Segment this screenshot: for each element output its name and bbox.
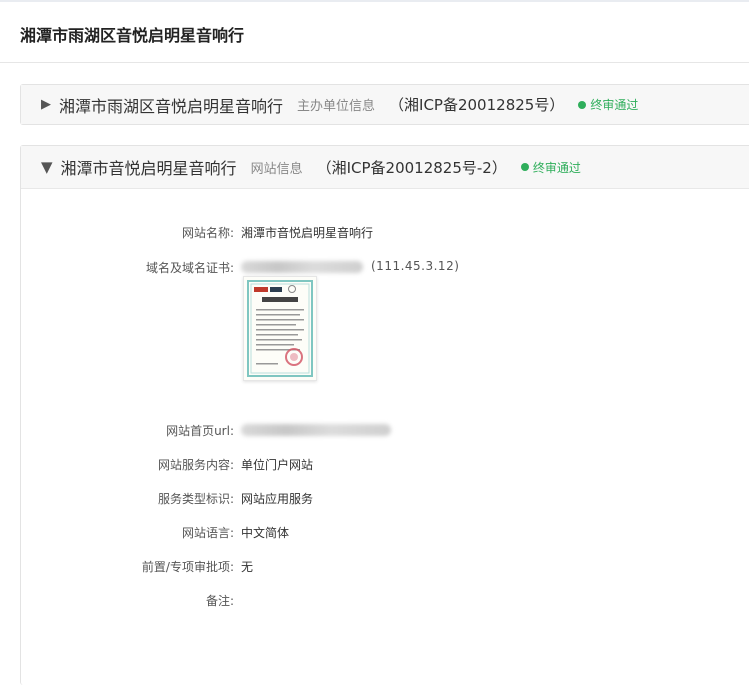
website-name: 湘潭市音悦启明星音响行 xyxy=(60,159,237,178)
domain-certificate-thumbnail[interactable] xyxy=(243,276,317,381)
approval-value: 无 xyxy=(241,560,254,574)
status-text: 终审通过 xyxy=(590,98,639,112)
caret-down-icon: ▼ xyxy=(41,158,53,176)
panel-type-label: 网站信息 xyxy=(250,161,303,177)
website-info-panel: ▼ 湘潭市音悦启明星音响行 网站信息 （湘ICP备20012825号-2） 终审… xyxy=(20,145,749,685)
domain-label: 域名及域名证书: xyxy=(145,261,234,275)
domain-value: (111.45.3.12) xyxy=(241,259,459,273)
website-info-panel-header[interactable]: ▼ 湘潭市音悦启明星音响行 网站信息 （湘ICP备20012825号-2） 终审… xyxy=(21,146,749,189)
icp-number: （湘ICP备20012825号） xyxy=(389,96,565,114)
sponsor-name: 湘潭市雨湖区音悦启明星音响行 xyxy=(59,96,284,116)
title-divider xyxy=(0,62,749,63)
site-name-label: 网站名称: xyxy=(181,226,234,240)
status-badge: 终审通过 xyxy=(520,159,581,176)
remark-label: 备注: xyxy=(205,594,234,608)
homepage-url-label: 网站首页url: xyxy=(166,424,234,438)
service-content-value: 单位门户网站 xyxy=(241,458,314,472)
language-label: 网站语言: xyxy=(181,526,234,540)
redacted-domain xyxy=(241,260,363,273)
status-text: 终审通过 xyxy=(532,160,581,175)
language-value: 中文简体 xyxy=(241,526,290,540)
caret-right-icon: ▶ xyxy=(41,97,51,112)
domain-ip: (111.45.3.12) xyxy=(371,259,460,273)
status-badge: 终审通过 xyxy=(578,96,638,113)
service-type-label: 服务类型标识: xyxy=(157,492,234,506)
sponsor-info-panel-header[interactable]: ▶ 湘潭市雨湖区音悦启明星音响行 主办单位信息 （湘ICP备20012825号）… xyxy=(21,85,749,124)
page-title: 湘潭市雨湖区音悦启明星音响行 xyxy=(20,26,245,45)
redacted-url xyxy=(241,423,391,436)
site-name-value: 湘潭市音悦启明星音响行 xyxy=(241,226,374,240)
panel-type-label: 主办单位信息 xyxy=(297,99,376,114)
status-dot-icon xyxy=(578,100,587,109)
approval-label: 前置/专项审批项: xyxy=(141,560,234,574)
service-type-value: 网站应用服务 xyxy=(241,492,314,506)
status-dot-icon xyxy=(520,163,529,171)
top-border xyxy=(0,0,749,2)
service-content-label: 网站服务内容: xyxy=(157,458,234,472)
homepage-url-value xyxy=(241,422,391,436)
certificate-image xyxy=(244,277,316,380)
sponsor-info-panel: ▶ 湘潭市雨湖区音悦启明星音响行 主办单位信息 （湘ICP备20012825号）… xyxy=(20,84,749,125)
icp-number: （湘ICP备20012825号-2） xyxy=(316,158,507,177)
